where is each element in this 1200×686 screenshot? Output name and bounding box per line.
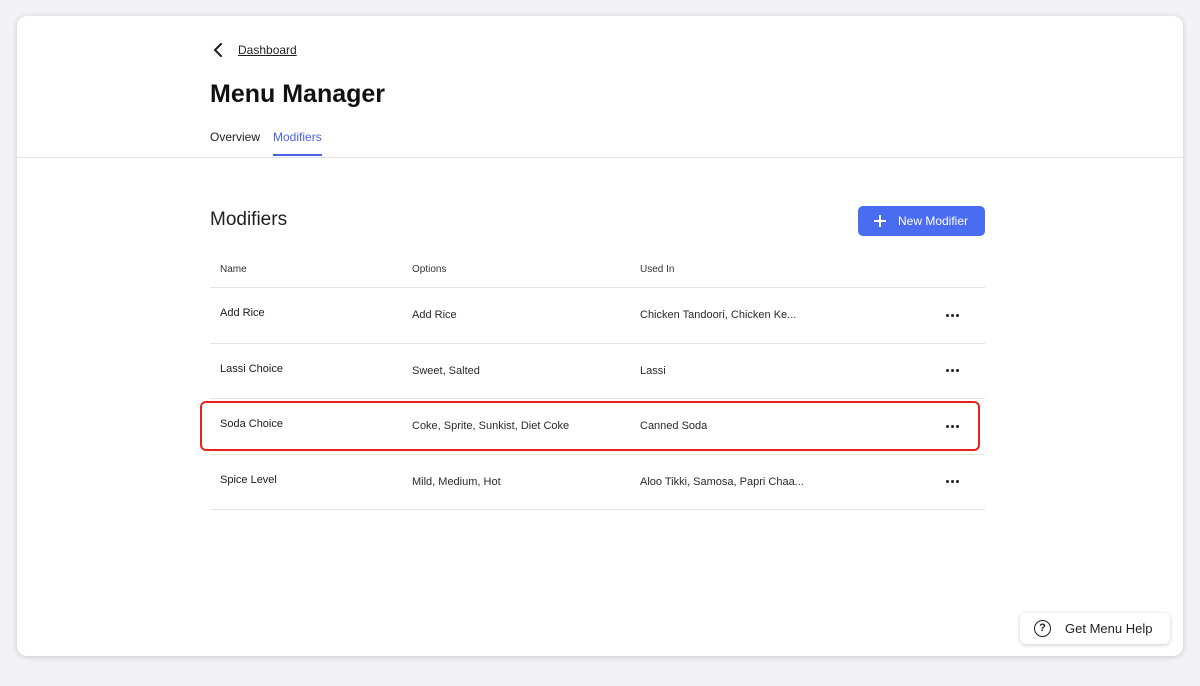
more-options-icon[interactable] (946, 421, 959, 432)
column-header-used-in: Used In (640, 264, 675, 275)
section-title: Modifiers (210, 209, 288, 230)
table-row[interactable]: Add Rice Add Rice Chicken Tandoori, Chic… (210, 288, 985, 344)
row-options: Coke, Sprite, Sunkist, Diet Coke (412, 420, 570, 433)
tab-modifiers[interactable]: Modifiers (273, 130, 322, 156)
get-menu-help-button[interactable]: ? Get Menu Help (1020, 613, 1170, 644)
row-name: Add Rice (220, 307, 265, 320)
row-name: Spice Level (220, 473, 277, 486)
modifiers-table: Name Options Used In Add Rice Add Rice C… (200, 252, 985, 510)
row-options: Add Rice (412, 309, 457, 322)
breadcrumb-dashboard-link[interactable]: Dashboard (238, 43, 297, 57)
help-label: Get Menu Help (1065, 621, 1153, 636)
more-options-icon[interactable] (946, 365, 959, 376)
row-options: Mild, Medium, Hot (412, 475, 501, 488)
tab-overview[interactable]: Overview (210, 130, 260, 155)
chevron-left-icon[interactable] (210, 42, 226, 58)
row-used-in: Chicken Tandoori, Chicken Ke... (640, 309, 797, 322)
new-modifier-button[interactable]: New Modifier (858, 206, 985, 236)
table-header: Name Options Used In (210, 252, 985, 288)
table-row[interactable]: Lassi Choice Sweet, Salted Lassi (210, 344, 985, 399)
column-header-options: Options (412, 264, 447, 275)
table-row-highlighted[interactable]: Soda Choice Coke, Sprite, Sunkist, Diet … (200, 399, 985, 455)
app-window: Dashboard Menu Manager Overview Modifier… (17, 16, 1183, 656)
plus-icon (874, 215, 886, 227)
row-name: Soda Choice (220, 418, 283, 431)
page-title: Menu Manager (210, 80, 386, 108)
breadcrumb: Dashboard (210, 42, 297, 58)
row-name: Lassi Choice (220, 362, 283, 375)
question-circle-icon: ? (1034, 620, 1051, 637)
more-options-icon[interactable] (946, 310, 959, 321)
row-used-in: Lassi (640, 364, 666, 377)
new-modifier-label: New Modifier (898, 214, 969, 228)
row-options: Sweet, Salted (412, 364, 480, 377)
tab-bar: Overview Modifiers (210, 130, 322, 156)
row-used-in: Aloo Tikki, Samosa, Papri Chaa... (640, 475, 804, 488)
more-options-icon[interactable] (946, 476, 959, 487)
column-header-name: Name (220, 264, 247, 275)
row-used-in: Canned Soda (640, 420, 708, 433)
table-row[interactable]: Spice Level Mild, Medium, Hot Aloo Tikki… (210, 455, 985, 510)
page-header: Dashboard Menu Manager Overview Modifier… (17, 16, 1183, 158)
